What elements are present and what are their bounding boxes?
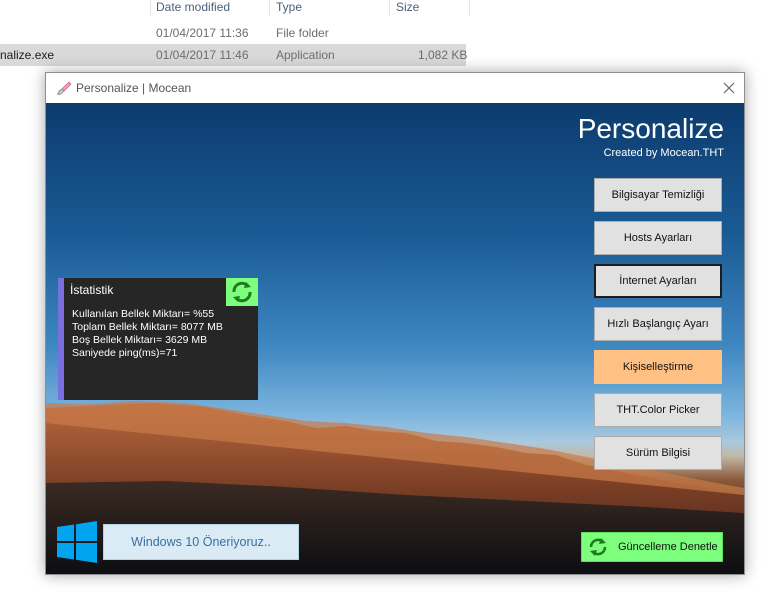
hosts-settings-button[interactable]: Hosts Ayarları [594,221,722,255]
personalization-button[interactable]: Kişiselleştirme [594,350,722,384]
version-info-button[interactable]: Sürüm Bilgisi [594,436,722,470]
pc-cleanup-button[interactable]: Bilgisayar Temizliği [594,178,722,212]
file-name: nalize.exe [0,48,55,62]
column-separator [269,0,270,16]
app-client-area: Personalize Created by Mocean.THT Bilgis… [46,103,744,574]
window-title: Personalize | Mocean [76,81,192,95]
app-subtitle: Created by Mocean.THT [603,147,724,159]
app-title: Personalize [577,113,724,144]
check-updates-button[interactable]: Güncelleme Denetle [581,532,723,562]
statistics-title: İstatistik [70,283,114,297]
windows-logo-icon [57,521,97,563]
file-size: 1,082 KB [418,48,468,62]
color-picker-button[interactable]: THT.Color Picker [594,393,722,427]
check-updates-label: Güncelleme Denetle [618,541,718,553]
file-row-folder[interactable]: 01/04/2017 11:36 File folder [0,22,466,44]
file-date: 01/04/2017 11:46 [156,48,249,62]
file-type: Application [276,48,335,62]
quick-start-settings-button[interactable]: Hızlı Başlangıç Ayarı [594,307,722,341]
column-size[interactable]: Size [396,0,419,14]
refresh-icon [232,281,252,303]
personalize-window: Personalize | Mocean Personalize Created… [45,72,745,575]
ping-text: Saniyede ping(ms)=71 [72,347,178,359]
total-memory-text: Toplam Bellek Miktarı= 8077 MB [72,321,223,333]
used-memory-text: Kullanılan Bellek Miktarı= %55 [72,308,215,320]
file-explorer-list: Date modified Type Size 01/04/2017 11:36… [0,0,768,70]
column-type[interactable]: Type [276,0,302,14]
paintbrush-icon [56,81,72,95]
column-date-modified[interactable]: Date modified [156,0,230,14]
title-bar[interactable]: Personalize | Mocean [46,73,744,103]
file-date: 01/04/2017 11:36 [156,26,249,40]
refresh-icon [589,538,607,556]
close-icon[interactable] [714,73,744,103]
file-row-selected[interactable]: nalize.exe 01/04/2017 11:46 Application … [0,44,468,66]
column-separator [389,0,390,16]
statistics-panel: İstatistik Kullanılan Bellek Miktarı= %5… [58,278,258,400]
free-memory-text: Boş Bellek Miktarı= 3629 MB [72,334,208,346]
column-separator [469,0,470,16]
refresh-stats-button[interactable] [226,278,258,306]
column-separator [150,0,151,16]
windows-10-recommend-button[interactable]: Windows 10 Öneriyoruz.. [103,524,299,560]
internet-settings-button[interactable]: İnternet Ayarları [594,264,722,298]
file-type: File folder [276,26,329,40]
